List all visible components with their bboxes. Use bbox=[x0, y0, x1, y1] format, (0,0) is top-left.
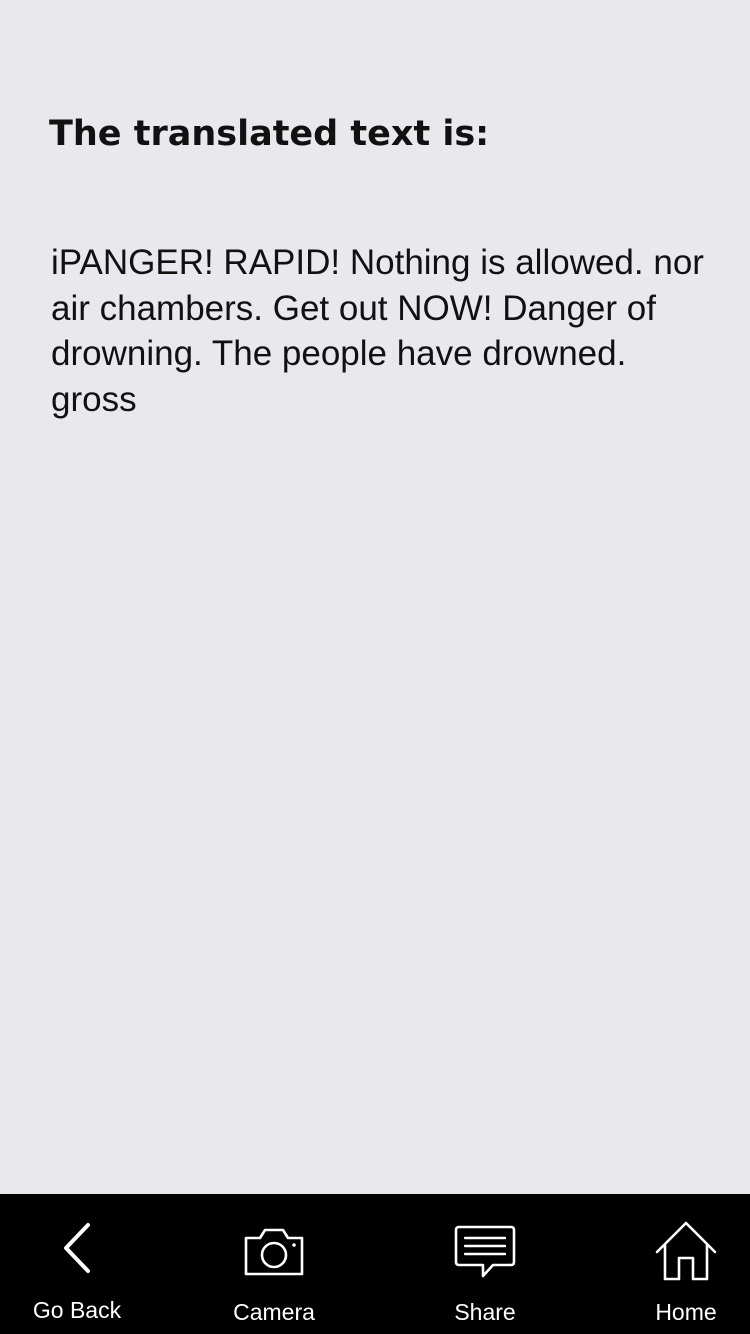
translated-text: iPANGER! RAPID! Nothing is allowed. nor … bbox=[51, 243, 704, 419]
home-icon bbox=[655, 1221, 717, 1281]
camera-label: Camera bbox=[233, 1299, 315, 1325]
main-content: The translated text is: iPANGER! RAPID! … bbox=[0, 0, 750, 1194]
chevron-left-icon bbox=[64, 1223, 90, 1273]
camera-icon bbox=[244, 1228, 304, 1276]
page-heading: The translated text is: bbox=[49, 114, 490, 154]
home-label: Home bbox=[655, 1299, 717, 1325]
camera-button[interactable]: Camera bbox=[204, 1194, 344, 1334]
go-back-label: Go Back bbox=[32, 1297, 122, 1323]
share-label: Share bbox=[454, 1299, 516, 1325]
bottom-tab-bar: Go Back Camera Share Home bbox=[0, 1194, 750, 1334]
share-button[interactable]: Share bbox=[415, 1194, 555, 1334]
speech-bubble-icon bbox=[454, 1225, 516, 1278]
go-back-button[interactable]: Go Back bbox=[7, 1194, 147, 1334]
home-button[interactable]: Home bbox=[616, 1194, 750, 1334]
